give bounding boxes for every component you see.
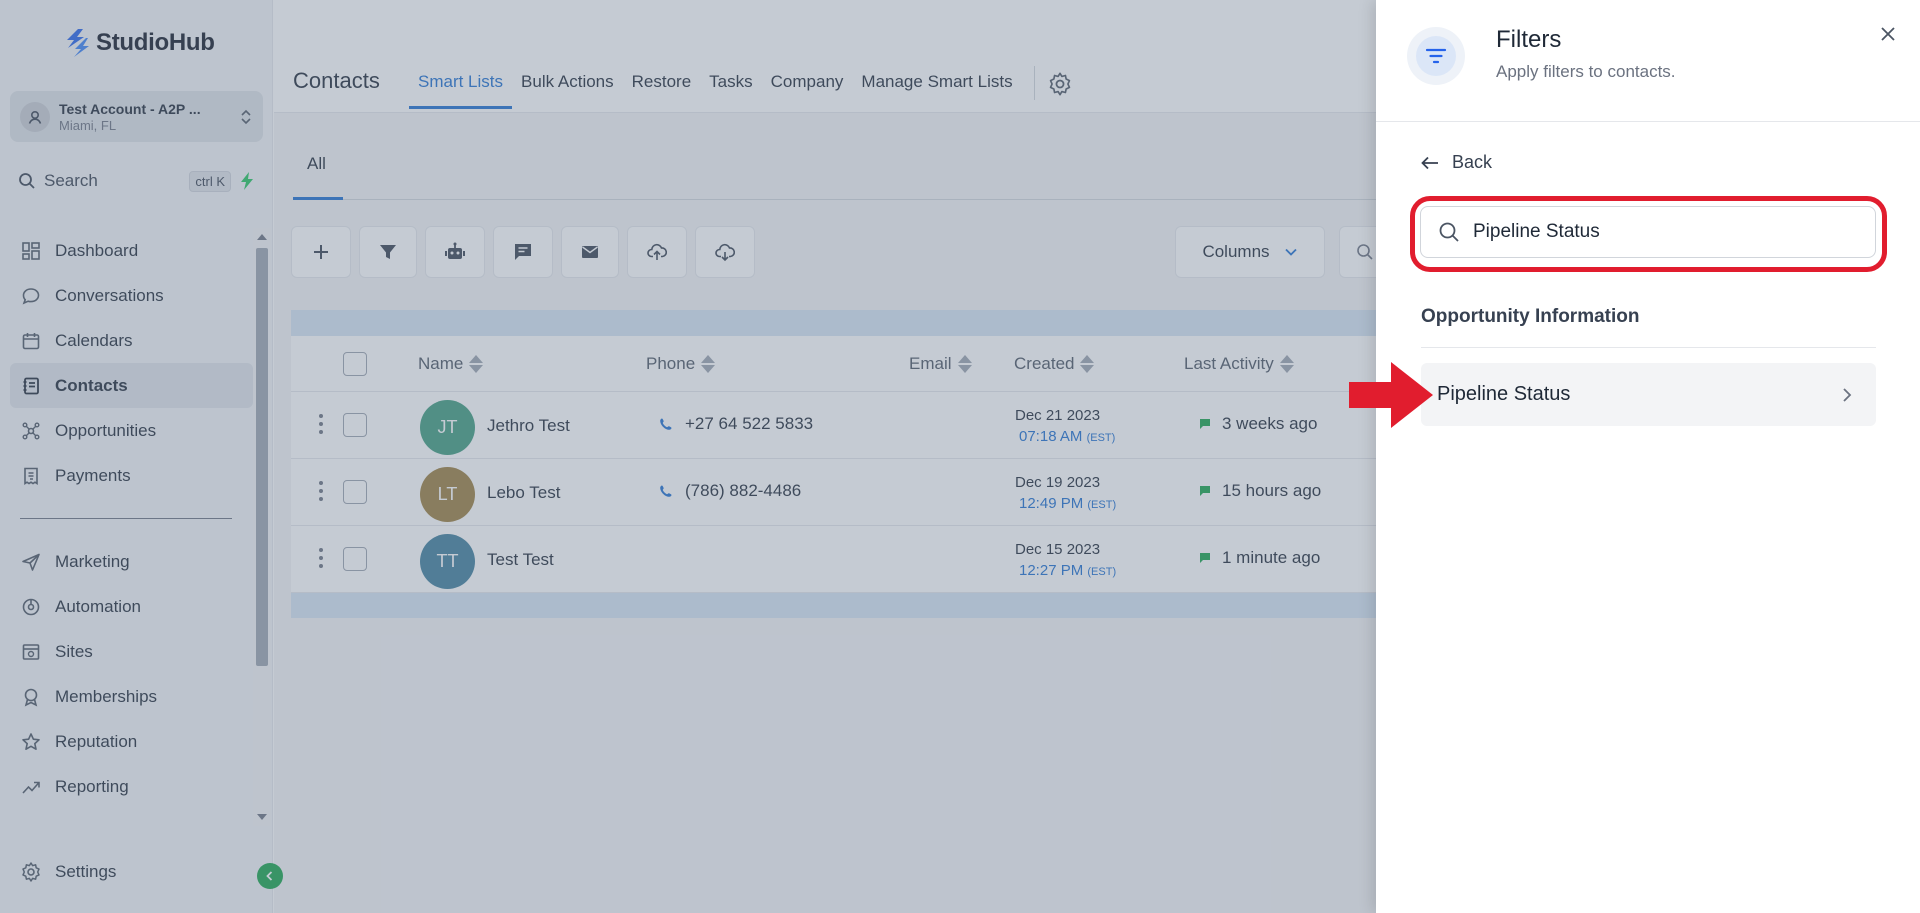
close-icon[interactable] [1875,21,1901,47]
filters-panel: Filters Apply filters to contacts. Back … [1376,0,1920,913]
chevron-right-icon [1842,387,1852,403]
section-title: Opportunity Information [1421,306,1640,327]
section-divider [1421,347,1876,348]
filter-option-label: Pipeline Status [1437,383,1571,405]
back-button[interactable]: Back [1420,152,1492,173]
filters-subtitle: Apply filters to contacts. [1496,62,1676,81]
search-icon [1438,221,1460,243]
back-label: Back [1452,152,1493,172]
filters-panel-header: Filters Apply filters to contacts. [1376,0,1920,122]
filter-search-value: Pipeline Status [1473,221,1600,242]
modal-backdrop[interactable] [0,0,1376,913]
filters-title: Filters [1496,26,1562,53]
filter-lines-icon [1407,27,1465,85]
filter-search-input[interactable]: Pipeline Status [1420,206,1876,258]
arrow-left-icon [1420,155,1440,171]
filter-option-pipeline-status[interactable]: Pipeline Status [1421,363,1876,426]
red-arrow-icon [1349,362,1435,428]
